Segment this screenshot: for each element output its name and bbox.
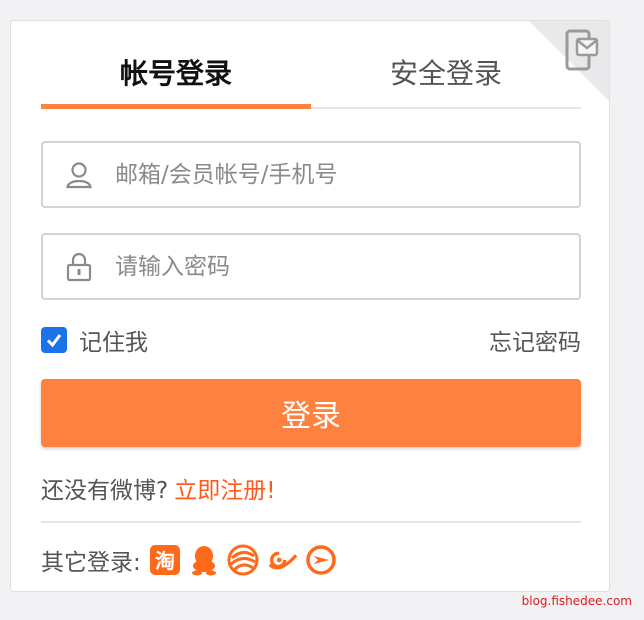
divider <box>41 521 581 523</box>
tab-secure-login[interactable]: 安全登录 <box>311 41 581 107</box>
china-mobile-icon[interactable] <box>227 544 259 576</box>
password-field <box>41 233 581 300</box>
tab-account-login[interactable]: 帐号登录 <box>41 41 311 109</box>
login-card: 帐号登录 安全登录 记住我 <box>10 20 610 592</box>
register-prompt-text: 还没有微博? <box>41 478 169 504</box>
register-link[interactable]: 立即注册! <box>174 478 275 504</box>
user-icon <box>43 161 115 189</box>
username-input[interactable] <box>115 161 579 188</box>
remember-label: 记住我 <box>79 330 148 356</box>
remember-me-toggle[interactable]: 记住我 <box>41 323 148 357</box>
lock-icon <box>43 252 115 282</box>
watermark: blog.fishedee.com <box>521 594 632 608</box>
checkmark-icon <box>46 334 62 348</box>
other-login: 其它登录: 淘 <box>41 543 344 577</box>
username-field <box>41 141 581 208</box>
remember-row: 记住我 忘记密码 <box>41 323 581 357</box>
remember-checkbox[interactable] <box>41 327 67 353</box>
login-button[interactable]: 登录 <box>41 379 581 447</box>
other-login-label: 其它登录: <box>41 550 141 576</box>
qq-icon[interactable] <box>188 544 220 576</box>
password-input[interactable] <box>115 253 579 280</box>
forgot-password-link[interactable]: 忘记密码 <box>489 323 581 357</box>
other-icon[interactable] <box>305 544 337 576</box>
register-prompt: 还没有微博? 立即注册! <box>41 471 275 505</box>
login-tabs: 帐号登录 安全登录 <box>41 41 581 109</box>
svg-text:淘: 淘 <box>155 549 175 573</box>
taobao-icon[interactable]: 淘 <box>149 544 181 576</box>
tianyi-icon[interactable] <box>266 544 298 576</box>
